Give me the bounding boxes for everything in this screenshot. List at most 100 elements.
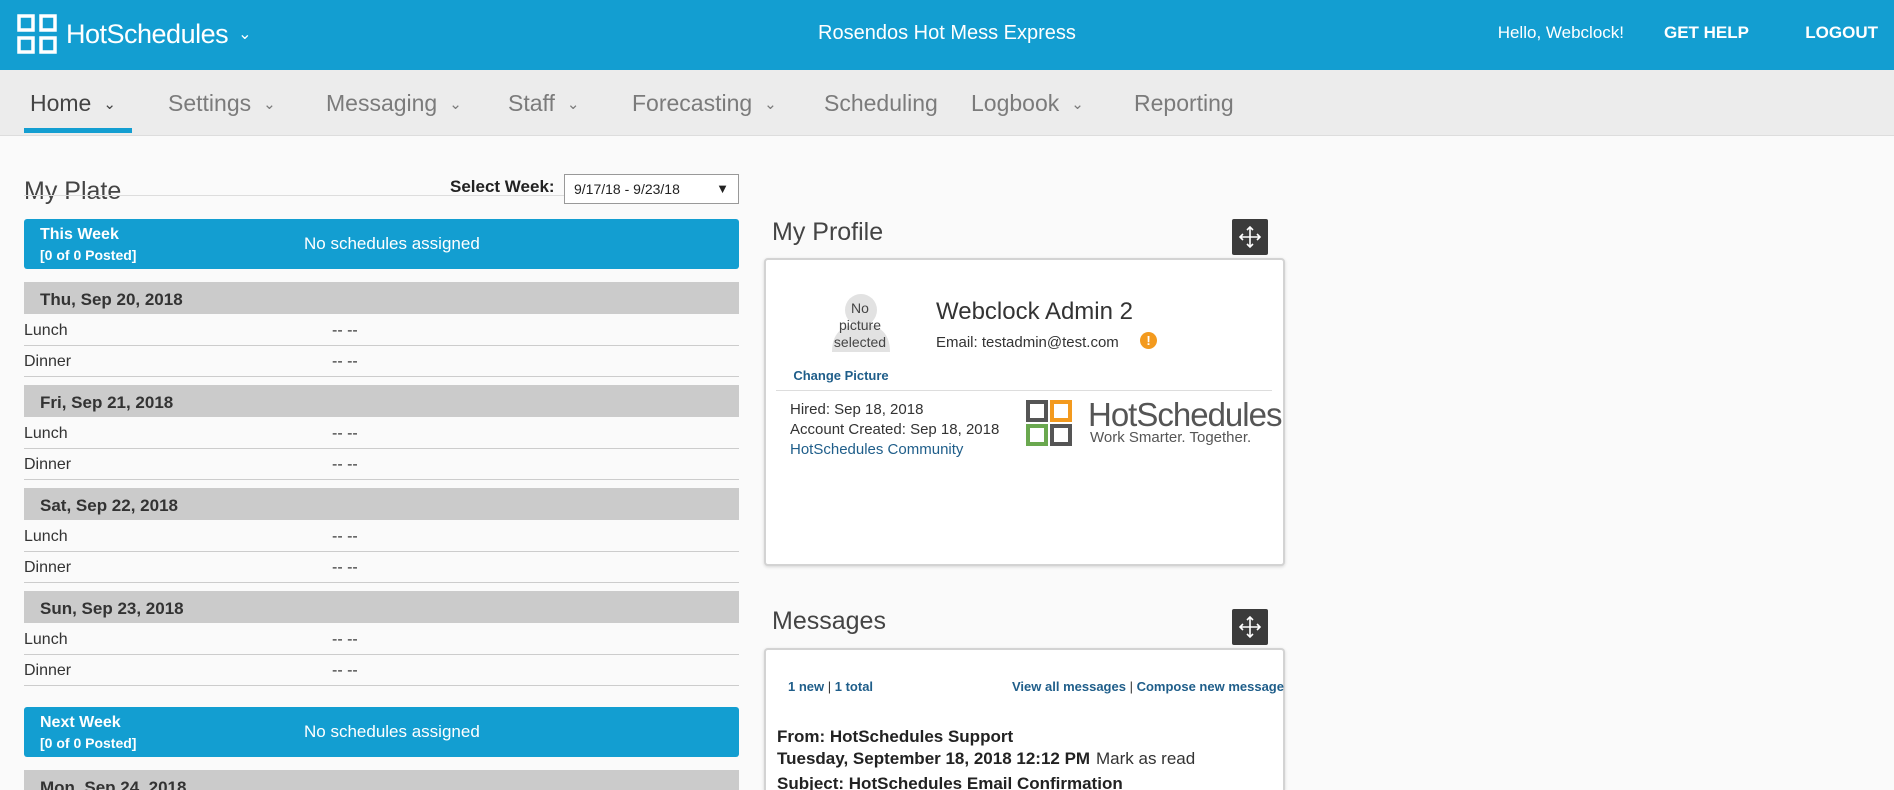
message-subject: Subject: HotSchedules Email Confirmation <box>777 774 1123 790</box>
my-plate-title: My Plate <box>24 177 122 205</box>
main-nav: Home ⌄ Settings ⌄ Messaging ⌄ Staff ⌄ Foreca… <box>0 70 1894 136</box>
message-from: From: HotSchedules Support <box>777 727 1014 746</box>
list-item: Lunch -- -- <box>24 521 739 552</box>
nav-messaging[interactable]: Messaging ⌄ <box>326 90 462 117</box>
top-bar: HotSchedules ⌄ Rosendos Hot Mess Express… <box>0 0 1894 70</box>
meal-name: Dinner <box>24 353 72 370</box>
next-week-status: No schedules assigned <box>304 722 480 741</box>
meal-name: Dinner <box>24 559 72 576</box>
move-handle-icon[interactable] <box>1232 609 1268 645</box>
next-week-label: Next Week <box>40 714 121 731</box>
messages-title: Messages <box>772 607 886 635</box>
meal-value: -- -- <box>332 425 358 442</box>
list-item: Dinner -- -- <box>24 552 739 583</box>
move-arrows-icon <box>1238 615 1262 639</box>
change-picture-link[interactable]: Change Picture <box>780 368 902 383</box>
nav-logbook-label: Logbook <box>971 90 1060 116</box>
list-item: Dinner -- -- <box>24 346 739 377</box>
day-header: Thu, Sep 20, 2018 <box>24 282 739 314</box>
meal-value: -- -- <box>332 456 358 473</box>
nav-messaging-label: Messaging <box>326 90 438 116</box>
nav-reporting-label: Reporting <box>1134 90 1234 116</box>
new-messages-link[interactable]: 1 new <box>788 679 824 694</box>
meal-name: Lunch <box>24 425 68 442</box>
select-week-label: Select Week: <box>450 177 555 196</box>
list-item: Lunch -- -- <box>24 418 739 449</box>
dropdown-arrow-icon: ▼ <box>716 181 729 196</box>
nav-logbook[interactable]: Logbook ⌄ <box>971 90 1084 117</box>
total-messages-link[interactable]: 1 total <box>835 679 873 694</box>
meal-name: Lunch <box>24 528 68 545</box>
no-picture-line: No <box>851 300 869 316</box>
meal-value: -- -- <box>332 559 358 576</box>
chevron-down-icon: ⌄ <box>103 96 116 113</box>
nav-staff-label: Staff <box>508 90 555 116</box>
week-select[interactable]: 9/17/18 - 9/23/18 ▼ <box>564 174 739 204</box>
nav-home[interactable]: Home ⌄ <box>30 90 116 117</box>
nav-settings[interactable]: Settings ⌄ <box>168 90 276 117</box>
meal-value: -- -- <box>332 353 358 370</box>
move-arrows-icon <box>1238 225 1262 249</box>
this-week-posted: [0 of 0 Posted] <box>40 247 137 263</box>
meal-name: Lunch <box>24 631 68 648</box>
user-greeting: Hello, Webclock! <box>1497 23 1624 42</box>
chevron-down-icon: ⌄ <box>764 96 777 113</box>
nav-settings-label: Settings <box>168 90 252 116</box>
alert-icon[interactable]: ! <box>1140 332 1157 349</box>
compose-message-link[interactable]: Compose new message <box>1137 679 1284 694</box>
next-week-posted: [0 of 0 Posted] <box>40 735 137 751</box>
separator: | <box>827 679 835 694</box>
meal-name: Lunch <box>24 322 68 339</box>
message-actions: View all messages | Compose new message <box>1012 679 1284 694</box>
message-counts: 1 new | 1 total <box>788 679 873 694</box>
meal-value: -- -- <box>332 662 358 679</box>
meal-value: -- -- <box>332 528 358 545</box>
list-item: Dinner -- -- <box>24 655 739 686</box>
no-picture-line: selected <box>833 334 887 350</box>
next-week-band: Next Week [0 of 0 Posted] No schedules a… <box>24 707 739 757</box>
nav-staff[interactable]: Staff ⌄ <box>508 90 579 117</box>
logout-link[interactable]: LOGOUT <box>1805 23 1878 43</box>
chevron-down-icon: ⌄ <box>263 96 276 113</box>
chevron-down-icon: ⌄ <box>449 96 462 113</box>
nav-home-label: Home <box>30 90 92 116</box>
nav-forecasting-label: Forecasting <box>632 90 753 116</box>
nav-scheduling[interactable]: Scheduling <box>824 90 938 117</box>
brand-tagline: Work Smarter. Together. <box>1090 429 1252 446</box>
meal-name: Dinner <box>24 456 72 473</box>
chevron-down-icon: ⌄ <box>1071 96 1084 113</box>
move-handle-icon[interactable] <box>1232 219 1268 255</box>
day-header: Fri, Sep 21, 2018 <box>24 385 739 417</box>
day-header: Sun, Sep 23, 2018 <box>24 591 739 623</box>
message-date: Tuesday, September 18, 2018 12:12 PM <box>777 749 1091 768</box>
list-item: Lunch -- -- <box>24 315 739 346</box>
this-week-status: No schedules assigned <box>304 234 480 253</box>
list-item: Lunch -- -- <box>24 624 739 655</box>
community-link[interactable]: HotSchedules Community <box>790 441 963 458</box>
list-item: Dinner -- -- <box>24 449 739 480</box>
meal-name: Dinner <box>24 662 72 679</box>
nav-forecasting[interactable]: Forecasting ⌄ <box>632 90 777 117</box>
view-all-messages-link[interactable]: View all messages <box>1012 679 1126 694</box>
nav-reporting[interactable]: Reporting <box>1134 90 1234 117</box>
this-week-band: This Week [0 of 0 Posted] No schedules a… <box>24 219 739 269</box>
meal-value: -- -- <box>332 631 358 648</box>
hotschedules-brand-icon <box>1026 400 1072 446</box>
divider <box>776 390 1272 391</box>
day-header: Mon, Sep 24, 2018 <box>24 770 739 790</box>
meal-value: -- -- <box>332 322 358 339</box>
hired-date: Hired: Sep 18, 2018 <box>790 401 924 418</box>
my-profile-title: My Profile <box>772 218 884 246</box>
profile-name: Webclock Admin 2 <box>936 298 1133 325</box>
this-week-label: This Week <box>40 226 119 243</box>
get-help-link[interactable]: GET HELP <box>1664 23 1749 43</box>
active-tab-indicator <box>24 128 132 133</box>
no-picture-line: picture <box>838 317 882 333</box>
week-select-value: 9/17/18 - 9/23/18 <box>574 181 680 197</box>
account-created-date: Account Created: Sep 18, 2018 <box>790 421 1000 438</box>
separator: | <box>1129 679 1137 694</box>
nav-scheduling-label: Scheduling <box>824 90 938 116</box>
no-picture-label: No picture selected <box>808 300 912 351</box>
mark-as-read-link[interactable]: Mark as read <box>1096 749 1195 769</box>
chevron-down-icon: ⌄ <box>566 96 580 113</box>
